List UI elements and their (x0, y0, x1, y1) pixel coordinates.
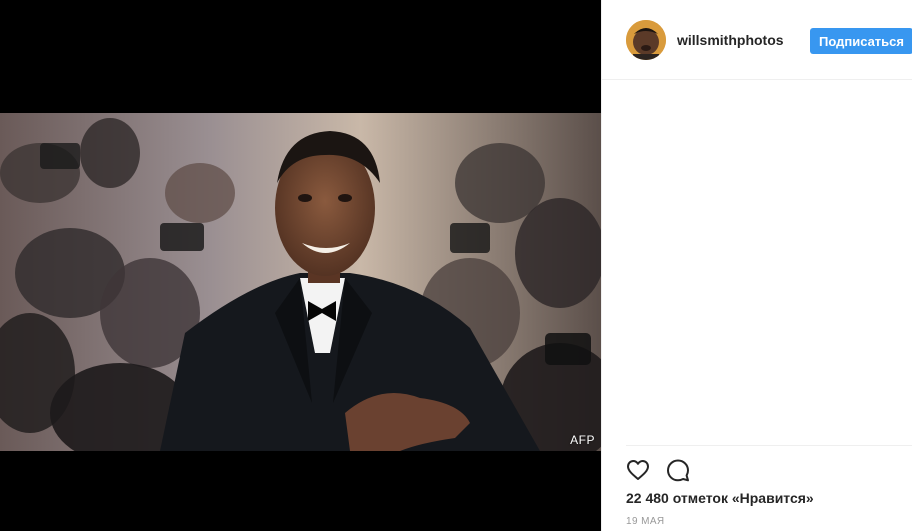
post-header: willsmithphotos Подписаться (602, 0, 912, 80)
post-date[interactable]: 19 МАЯ (626, 516, 665, 527)
post-footer: 22 480 отметок «Нравится» 19 МАЯ (626, 445, 912, 527)
username-link[interactable]: willsmithphotos (677, 32, 784, 48)
follow-button[interactable]: Подписаться (810, 28, 912, 54)
heart-icon[interactable] (626, 458, 650, 482)
post-dialog: AFP willsmithphotos Подписаться 22 480 о… (0, 0, 912, 531)
likes-count[interactable]: 22 480 отметок «Нравится» (626, 490, 814, 506)
avatar[interactable] (626, 20, 666, 60)
post-photo[interactable]: AFP (0, 113, 601, 451)
action-bar (626, 458, 706, 482)
photo-watermark: AFP (570, 433, 595, 447)
post-sidebar: willsmithphotos Подписаться 22 480 отмет… (601, 0, 912, 531)
media-pane: AFP (0, 0, 601, 531)
comment-icon[interactable] (666, 458, 690, 482)
